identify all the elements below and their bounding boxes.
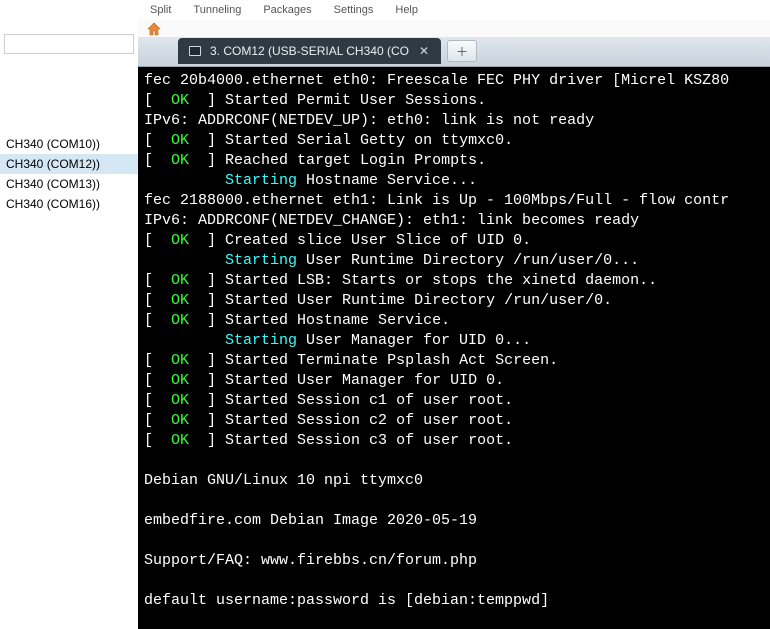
tab-com12[interactable]: 3. COM12 (USB-SERIAL CH340 (CO ✕ xyxy=(178,38,441,64)
tab-title: 3. COM12 (USB-SERIAL CH340 (CO xyxy=(210,44,409,58)
sidebar-item[interactable]: CH340 (COM12)) xyxy=(0,154,138,174)
home-icon[interactable] xyxy=(146,21,162,37)
tab-bar: 3. COM12 (USB-SERIAL CH340 (CO ✕ ＋ xyxy=(138,37,770,66)
menu-item[interactable]: Tunneling xyxy=(193,0,241,20)
menu-item[interactable]: Packages xyxy=(263,0,311,20)
sidebar-item[interactable]: CH340 (COM16)) xyxy=(0,194,138,214)
main-area: Split Tunneling Packages Settings Help 3. CO… xyxy=(138,0,770,629)
menu-item[interactable]: Settings xyxy=(334,0,374,20)
add-tab-button[interactable]: ＋ xyxy=(447,40,477,62)
toolbar xyxy=(138,20,770,37)
close-icon[interactable]: ✕ xyxy=(417,44,431,58)
menu-item[interactable]: Split xyxy=(150,0,171,20)
sidebar-filter-input[interactable] xyxy=(4,34,134,54)
sidebar-item[interactable]: CH340 (COM10)) xyxy=(0,134,138,154)
plus-icon: ＋ xyxy=(456,43,468,60)
terminal-icon xyxy=(188,44,202,58)
sidebar: CH340 (COM10))CH340 (COM12))CH340 (COM13… xyxy=(0,0,138,629)
menu-item[interactable]: Help xyxy=(395,0,418,20)
sidebar-session-list: CH340 (COM10))CH340 (COM12))CH340 (COM13… xyxy=(0,134,138,214)
sidebar-item[interactable]: CH340 (COM13)) xyxy=(0,174,138,194)
terminal-output[interactable]: fec 20b4000.ethernet eth0: Freescale FEC… xyxy=(138,67,770,629)
menubar: Split Tunneling Packages Settings Help xyxy=(138,0,770,20)
